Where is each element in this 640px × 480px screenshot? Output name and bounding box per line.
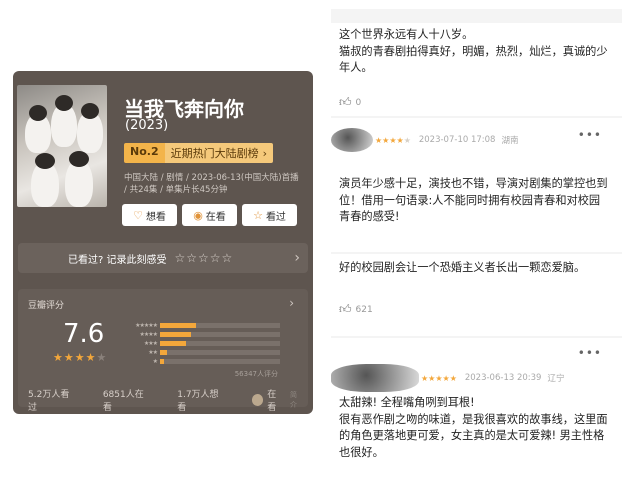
distribution-track bbox=[160, 340, 280, 346]
more-options-icon[interactable]: ••• bbox=[578, 346, 602, 360]
intro-link[interactable]: 简介 bbox=[290, 390, 303, 410]
comment-text: 演员年少感十足，演技也不错，导演对剧集的掌控也到位！借用一句语录:人不能同时拥有… bbox=[339, 177, 608, 223]
chevron-right-icon: › bbox=[262, 146, 268, 160]
distribution-stars: ★★ bbox=[148, 348, 158, 356]
comment-text: 这个世界永远有人十八岁。 猫叔的青春剧拍得真好，明媚，热烈，灿烂，真诚的少年人。 bbox=[339, 28, 608, 74]
record-feeling-row[interactable]: 已看过? 记录此刻感受 ☆☆☆☆☆ › bbox=[18, 243, 308, 273]
comment-card: ★★★★★ 2023-07-10 17:08 湖南 ••• 演员年少感十足，演技… bbox=[331, 118, 622, 252]
distribution-row: ★ bbox=[121, 357, 280, 365]
watched-button[interactable]: ☆ 看过 bbox=[242, 204, 297, 226]
distribution-stars: ★★★★★ bbox=[135, 321, 158, 329]
show-detail-panel: 当我飞奔向你 (2023) No.2 近期热门大陆剧榜 › 中国大陆 / 剧情 … bbox=[13, 71, 313, 414]
distribution-stars: ★ bbox=[152, 357, 158, 365]
distribution-row: ★★★ bbox=[121, 339, 280, 347]
comment-location: 湖南 bbox=[501, 136, 519, 146]
like-count: 621 bbox=[355, 304, 373, 315]
circle-dot-icon: ◉ bbox=[193, 208, 203, 222]
thumbs-up-icon: 👍︎ bbox=[339, 302, 352, 316]
want-to-watch-button[interactable]: ♡ 想看 bbox=[122, 204, 177, 226]
comment-text: 好的校园剧会让一个恐婚主义者长出一颗恋爱脑。 bbox=[339, 261, 586, 274]
distribution-track bbox=[160, 331, 280, 337]
distribution-stars: ★★★★ bbox=[139, 330, 158, 338]
like-button[interactable]: 👍︎ 621 bbox=[339, 302, 373, 317]
chevron-right-icon: › bbox=[294, 250, 300, 266]
rank-label: 近期热门大陆剧榜 › bbox=[164, 143, 274, 163]
rank-number: No.2 bbox=[124, 143, 165, 163]
comments-panel: 这个世界永远有人十八岁。 猫叔的青春剧拍得真好，明媚，热烈，灿烂，真诚的少年人。… bbox=[331, 9, 622, 472]
watch-stats: 5.2万人看过 6851人在看 1.7万人想看 在看 简介 bbox=[28, 387, 303, 413]
distribution-track bbox=[160, 349, 280, 355]
distribution-track bbox=[160, 358, 280, 364]
comment-card: 这个世界永远有人十八岁。 猫叔的青春剧拍得真好，明媚，热烈，灿烂，真诚的少年人。… bbox=[331, 23, 622, 116]
distribution-fill bbox=[160, 331, 192, 337]
distribution-row: ★★ bbox=[121, 348, 280, 356]
distribution-track bbox=[160, 322, 280, 328]
comment-card: ★★★★★ 2023-06-13 20:39 辽宁 ••• 太甜辣! 全程嘴角咧… bbox=[331, 338, 622, 472]
show-meta: 中国大陆 / 剧情 / 2023-06-13(中国大陆)首播 / 共24集 / … bbox=[124, 173, 299, 195]
chevron-right-icon: › bbox=[289, 296, 294, 310]
want-to-watch-label: 想看 bbox=[145, 211, 166, 223]
rating-label: 豆瓣评分 bbox=[28, 301, 65, 311]
rank-text: 近期热门大陆剧榜 bbox=[170, 147, 259, 160]
distribution-fill bbox=[160, 349, 168, 355]
star-icon: ☆ bbox=[253, 208, 263, 222]
seen-prompt: 已看过? 记录此刻感受 bbox=[68, 254, 167, 266]
poster-figure-hair bbox=[55, 95, 73, 111]
rating-stars: ★★★★★ bbox=[53, 351, 108, 364]
action-buttons: ♡ 想看 ◉ 在看 ☆ 看过 bbox=[122, 204, 297, 226]
user-rating-stars: ★★★★★ bbox=[375, 135, 411, 145]
douban-rating-box[interactable]: 豆瓣评分 › 7.6 ★★★★★ ★★★★★ ★★★★ ★★★ ★★ ★ 563… bbox=[18, 289, 308, 413]
avatar[interactable] bbox=[331, 128, 373, 152]
user-rating-stars: ★★★★★ bbox=[421, 373, 457, 383]
watching-count: 6851人在看 bbox=[102, 390, 144, 413]
poster-figure-hair bbox=[29, 105, 47, 121]
poster-figure-hair bbox=[35, 153, 55, 169]
distribution-row: ★★★★ bbox=[121, 330, 280, 338]
poster-figure-hair bbox=[81, 103, 99, 119]
rank-badge[interactable]: No.2 近期热门大陆剧榜 › bbox=[124, 143, 274, 163]
distribution-fill bbox=[160, 358, 164, 364]
show-poster[interactable] bbox=[17, 85, 107, 207]
comment-date: 2023-06-13 20:39 bbox=[464, 373, 542, 383]
thumbs-up-icon: 👍︎ bbox=[339, 95, 352, 109]
comment-text: 太甜辣! 全程嘴角咧到耳根! 很有恶作剧之吻的味道，是我很喜欢的故事线，这里面的… bbox=[339, 396, 608, 459]
comment-location: 辽宁 bbox=[547, 374, 565, 384]
comment-card: 好的校园剧会让一个恐婚主义者长出一颗恋爱脑。 👍︎ 621 bbox=[331, 254, 622, 336]
watching-button[interactable]: ◉ 在看 bbox=[182, 204, 237, 226]
comment-date: 2023-07-10 17:08 bbox=[418, 135, 496, 145]
watched-label: 看过 bbox=[265, 211, 286, 223]
show-year: (2023) bbox=[125, 118, 169, 133]
friend-watching-label: 在看 bbox=[267, 390, 277, 413]
distribution-row: ★★★★★ bbox=[121, 321, 280, 329]
rate-stars[interactable]: ☆☆☆☆☆ bbox=[175, 251, 234, 265]
want-count: 1.7万人想看 bbox=[177, 390, 219, 413]
distribution-fill bbox=[160, 322, 196, 328]
distribution-fill bbox=[160, 340, 187, 346]
watching-label: 在看 bbox=[205, 211, 226, 223]
avatar[interactable] bbox=[331, 364, 419, 392]
avatar bbox=[252, 394, 264, 406]
watched-count: 5.2万人看过 bbox=[28, 390, 70, 413]
poster-figure-hair bbox=[69, 151, 89, 167]
rating-distribution: ★★★★★ ★★★★ ★★★ ★★ ★ bbox=[121, 321, 280, 366]
like-button[interactable]: 👍︎ 0 bbox=[339, 95, 361, 110]
more-options-icon[interactable]: ••• bbox=[578, 128, 602, 142]
comment-user-line: ★★★★★ 2023-06-13 20:39 辽宁 ••• bbox=[331, 346, 622, 392]
like-count: 0 bbox=[355, 97, 362, 108]
rating-count: 56347人评分 bbox=[234, 370, 278, 378]
heart-icon: ♡ bbox=[133, 208, 143, 222]
comment-user-line: ★★★★★ 2023-07-10 17:08 湖南 ••• bbox=[331, 128, 622, 152]
rating-score: 7.6 bbox=[63, 319, 105, 349]
distribution-stars: ★★★ bbox=[143, 339, 158, 347]
